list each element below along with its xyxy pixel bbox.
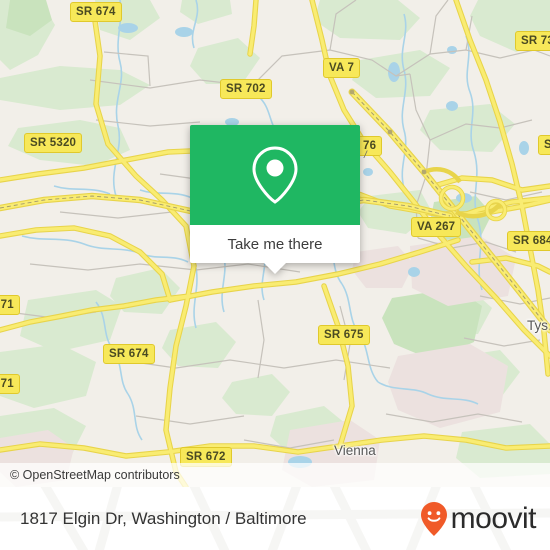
place-label-vienna: Vienna: [334, 443, 376, 458]
road-shield: SR 684: [507, 231, 550, 251]
road-shield: SR 675: [318, 325, 370, 345]
road-shield: SR 674: [103, 344, 155, 364]
attribution-text: © OpenStreetMap contributors: [10, 468, 180, 482]
footer-bar: 1817 Elgin Dr, Washington / Baltimore mo…: [0, 487, 550, 550]
moovit-wordmark: moovit: [450, 501, 537, 535]
moovit-map-screenshot: SR 674 SR 702 VA 7 SR 738 SR 5320 76 S V…: [0, 0, 550, 550]
moovit-pin-icon: [420, 501, 447, 536]
popup-tail: [264, 263, 286, 274]
street-label: /: [364, 150, 367, 161]
popup-header: [190, 125, 360, 225]
road-shield: 671: [0, 295, 20, 315]
location-popup-card[interactable]: Take me there: [190, 125, 360, 274]
road-shield: S: [538, 135, 550, 155]
map-attribution[interactable]: © OpenStreetMap contributors: [0, 463, 550, 487]
road-shield: VA 7: [323, 58, 361, 78]
road-shield: SR 702: [220, 79, 272, 99]
road-shield: 76: [357, 136, 383, 156]
road-shield: SR 738: [515, 31, 550, 51]
address-label: 1817 Elgin Dr, Washington / Baltimore: [20, 508, 307, 528]
road-shield: SR 5320: [24, 133, 83, 153]
location-pin-icon: [252, 146, 298, 204]
popup-footer[interactable]: Take me there: [190, 225, 360, 274]
place-label-tysons: Tys: [527, 318, 549, 333]
road-shield: VA 267: [411, 217, 462, 237]
road-shield: 671: [0, 374, 20, 394]
road-shield: SR 674: [70, 2, 122, 22]
moovit-logo[interactable]: moovit: [419, 501, 550, 537]
take-me-there-label: Take me there: [227, 235, 323, 253]
map-canvas[interactable]: SR 674 SR 702 VA 7 SR 738 SR 5320 76 S V…: [0, 0, 550, 487]
